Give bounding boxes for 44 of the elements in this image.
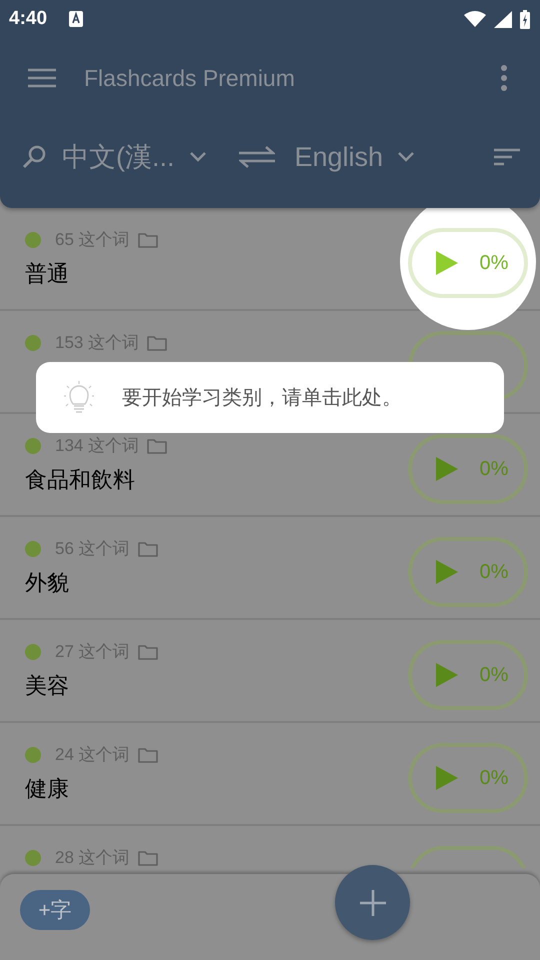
chevron-down-icon[interactable] <box>188 151 206 163</box>
status-dot <box>25 232 41 248</box>
tooltip-text: 要开始学习类别，请单击此处。 <box>122 386 402 411</box>
status-dot <box>25 644 41 660</box>
swap-icon[interactable] <box>238 146 274 168</box>
plus-icon <box>358 888 386 916</box>
category-title[interactable]: 健康 <box>25 774 69 804</box>
status-dot <box>25 746 41 762</box>
signal-icon <box>494 10 512 28</box>
folder-icon <box>138 746 158 762</box>
play-icon <box>434 765 460 791</box>
folder-icon <box>138 850 158 866</box>
search-icon[interactable] <box>22 144 48 170</box>
category-title[interactable]: 美容 <box>25 671 69 701</box>
chevron-down-icon[interactable] <box>397 151 416 163</box>
category-title[interactable]: 普通 <box>25 259 69 289</box>
status-dot <box>25 334 41 350</box>
status-dot <box>25 438 41 454</box>
add-word-button[interactable]: +字 <box>20 890 90 930</box>
folder-icon <box>138 540 158 556</box>
menu-icon[interactable] <box>28 68 56 88</box>
wifi-icon <box>464 11 486 27</box>
folder-icon <box>147 334 168 350</box>
battery-icon <box>520 10 530 28</box>
sort-icon[interactable] <box>494 148 520 166</box>
folder-icon <box>138 644 158 660</box>
folder-icon <box>138 232 158 248</box>
play-icon <box>434 559 460 585</box>
source-language-dropdown[interactable]: 中文(漢... <box>62 139 174 175</box>
keyboard-notification-icon <box>69 11 84 27</box>
play-icon <box>434 250 460 276</box>
target-language-dropdown[interactable]: English <box>294 142 384 172</box>
status-dot <box>25 850 41 866</box>
category-title[interactable]: 食品和飲料 <box>25 465 135 495</box>
folder-icon <box>147 438 168 454</box>
more-options-icon[interactable] <box>500 64 508 92</box>
app-title: Flashcards Premium <box>84 64 296 92</box>
status-dot <box>25 540 41 556</box>
category-title[interactable]: 外貌 <box>25 568 69 598</box>
play-icon <box>434 662 460 688</box>
status-time: 4:40 <box>9 8 48 30</box>
play-icon <box>434 456 460 482</box>
lightbulb-icon <box>64 380 94 416</box>
play-button[interactable]: 0% <box>408 228 528 298</box>
